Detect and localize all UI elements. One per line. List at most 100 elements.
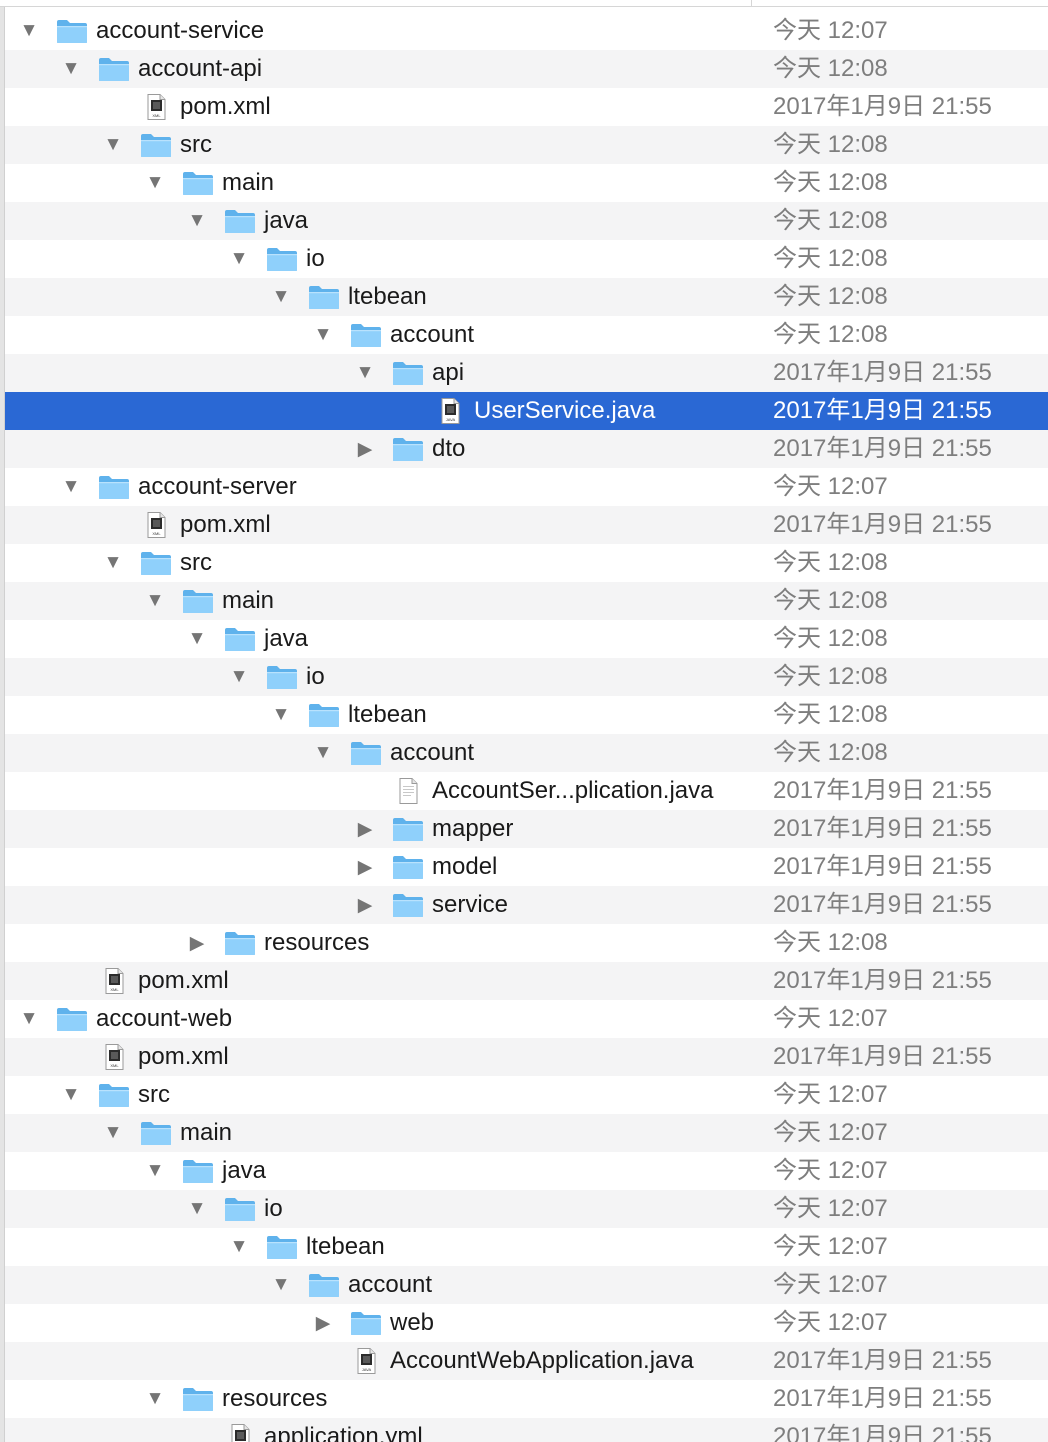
tree-row[interactable]: ▶ mapper 2017年1月9日 21:55: [5, 810, 1048, 848]
disclosure-triangle-open-icon[interactable]: ▼: [18, 12, 40, 50]
tree-row[interactable]: ▼ account-server 今天 12:07: [5, 468, 1048, 506]
disclosure-triangle-open-icon[interactable]: ▼: [354, 354, 376, 392]
folder-icon: [182, 170, 214, 196]
disclosure-triangle-closed-icon[interactable]: ▶: [186, 924, 208, 962]
disclosure-triangle-open-icon[interactable]: ▼: [144, 164, 166, 202]
disclosure-triangle-open-icon[interactable]: ▼: [186, 620, 208, 658]
tree-row[interactable]: ▼ ltebean 今天 12:07: [5, 1228, 1048, 1266]
folder-icon: [266, 1234, 298, 1260]
disclosure-triangle-open-icon[interactable]: ▼: [228, 1228, 250, 1266]
disclosure-triangle-open-icon[interactable]: ▼: [312, 316, 334, 354]
date-modified: 2017年1月9日 21:55: [773, 891, 992, 918]
tree-row[interactable]: ▼ account-api 今天 12:08: [5, 50, 1048, 88]
date-modified: 今天 12:08: [773, 739, 888, 766]
column-separator[interactable]: [751, 0, 752, 6]
tree-row[interactable]: ▼ ltebean 今天 12:08: [5, 278, 1048, 316]
folder-icon: [392, 854, 424, 880]
java-file-icon: JAVA: [434, 398, 466, 424]
disclosure-triangle-open-icon[interactable]: ▼: [228, 658, 250, 696]
disclosure-triangle-open-icon[interactable]: ▼: [18, 1000, 40, 1038]
tree-row[interactable]: ▼ account 今天 12:08: [5, 734, 1048, 772]
tree-row[interactable]: ▶ resources 今天 12:08: [5, 924, 1048, 962]
disclosure-triangle-closed-icon[interactable]: ▶: [354, 886, 376, 924]
date-modified: 今天 12:08: [773, 245, 888, 272]
date-modified: 2017年1月9日 21:55: [773, 815, 992, 842]
tree-row[interactable]: JAVA UserService.java 2017年1月9日 21:55: [5, 392, 1048, 430]
item-name: java: [264, 207, 309, 234]
tree-row[interactable]: ▼ ltebean 今天 12:08: [5, 696, 1048, 734]
date-modified: 今天 12:07: [773, 1119, 888, 1146]
disclosure-triangle-open-icon[interactable]: ▼: [270, 1266, 292, 1304]
tree-row[interactable]: ▶ web 今天 12:07: [5, 1304, 1048, 1342]
tree-row[interactable]: ▼ io 今天 12:07: [5, 1190, 1048, 1228]
disclosure-triangle-open-icon[interactable]: ▼: [60, 1076, 82, 1114]
disclosure-triangle-open-icon[interactable]: ▼: [102, 126, 124, 164]
tree-row[interactable]: XML pom.xml 2017年1月9日 21:55: [5, 506, 1048, 544]
item-name: account-server: [138, 473, 297, 500]
tree-row[interactable]: ▼ account 今天 12:07: [5, 1266, 1048, 1304]
finder-window: ▼ account-service 今天 12:07 ▼ account-api 今天…: [0, 0, 1048, 1442]
tree-row[interactable]: ▼ src 今天 12:08: [5, 126, 1048, 164]
item-name: java: [222, 1157, 267, 1184]
date-modified: 今天 12:08: [773, 587, 888, 614]
date-modified: 今天 12:07: [773, 1195, 888, 1222]
item-name: UserService.java: [474, 397, 656, 424]
tree-row[interactable]: ▼ java 今天 12:08: [5, 620, 1048, 658]
item-name: resources: [264, 929, 370, 956]
date-modified: 2017年1月9日 21:55: [773, 511, 992, 538]
item-name: account-web: [96, 1005, 233, 1032]
tree-row[interactable]: JAVA AccountWebApplication.java 2017年1月9日…: [5, 1342, 1048, 1380]
tree-row[interactable]: ▶ service 2017年1月9日 21:55: [5, 886, 1048, 924]
tree-row[interactable]: ▼ account-service 今天 12:07: [5, 12, 1048, 50]
disclosure-triangle-open-icon[interactable]: ▼: [270, 696, 292, 734]
date-modified: 今天 12:08: [773, 549, 888, 576]
disclosure-triangle-closed-icon[interactable]: ▶: [354, 848, 376, 886]
item-name: account-api: [138, 55, 263, 82]
tree-row[interactable]: AccountSer...plication.java 2017年1月9日 21:…: [5, 772, 1048, 810]
disclosure-triangle-open-icon[interactable]: ▼: [186, 1190, 208, 1228]
tree-row[interactable]: ▼ main 今天 12:07: [5, 1114, 1048, 1152]
tree-row[interactable]: ▼ resources 2017年1月9日 21:55: [5, 1380, 1048, 1418]
disclosure-triangle-open-icon[interactable]: ▼: [60, 468, 82, 506]
svg-text:XML: XML: [152, 531, 161, 536]
disclosure-triangle-open-icon[interactable]: ▼: [228, 240, 250, 278]
tree-row[interactable]: ▶ dto 2017年1月9日 21:55: [5, 430, 1048, 468]
folder-icon: [392, 360, 424, 386]
item-name: ltebean: [348, 701, 427, 728]
tree-row[interactable]: ▼ account 今天 12:08: [5, 316, 1048, 354]
tree-row[interactable]: XML pom.xml 2017年1月9日 21:55: [5, 962, 1048, 1000]
disclosure-triangle-open-icon[interactable]: ▼: [186, 202, 208, 240]
disclosure-triangle-open-icon[interactable]: ▼: [270, 278, 292, 316]
disclosure-triangle-open-icon[interactable]: ▼: [60, 50, 82, 88]
item-name: dto: [432, 435, 466, 462]
tree-row[interactable]: ▶ model 2017年1月9日 21:55: [5, 848, 1048, 886]
tree-row[interactable]: ▼ api 2017年1月9日 21:55: [5, 354, 1048, 392]
disclosure-triangle-open-icon[interactable]: ▼: [102, 544, 124, 582]
disclosure-triangle-open-icon[interactable]: ▼: [144, 582, 166, 620]
disclosure-triangle-closed-icon[interactable]: ▶: [354, 810, 376, 848]
tree-row[interactable]: XML application.yml 2017年1月9日 21:55: [5, 1418, 1048, 1442]
tree-row[interactable]: ▼ java 今天 12:07: [5, 1152, 1048, 1190]
disclosure-triangle-closed-icon[interactable]: ▶: [312, 1304, 334, 1342]
disclosure-triangle-open-icon[interactable]: ▼: [144, 1380, 166, 1418]
tree-row[interactable]: ▼ java 今天 12:08: [5, 202, 1048, 240]
folder-icon: [392, 892, 424, 918]
tree-row[interactable]: ▼ main 今天 12:08: [5, 582, 1048, 620]
tree-row[interactable]: ▼ io 今天 12:08: [5, 658, 1048, 696]
tree-row[interactable]: XML pom.xml 2017年1月9日 21:55: [5, 88, 1048, 126]
tree-row[interactable]: ▼ account-web 今天 12:07: [5, 1000, 1048, 1038]
tree-row[interactable]: ▼ main 今天 12:08: [5, 164, 1048, 202]
disclosure-triangle-open-icon[interactable]: ▼: [144, 1152, 166, 1190]
item-name: src: [180, 131, 212, 158]
disclosure-triangle-closed-icon[interactable]: ▶: [354, 430, 376, 468]
tree-row[interactable]: ▼ src 今天 12:08: [5, 544, 1048, 582]
date-modified: 今天 12:08: [773, 701, 888, 728]
tree-row[interactable]: ▼ src 今天 12:07: [5, 1076, 1048, 1114]
disclosure-triangle-open-icon[interactable]: ▼: [312, 734, 334, 772]
tree-row[interactable]: ▼ io 今天 12:08: [5, 240, 1048, 278]
svg-text:XML: XML: [110, 1063, 119, 1068]
svg-text:JAVA: JAVA: [446, 417, 456, 422]
tree-row[interactable]: XML pom.xml 2017年1月9日 21:55: [5, 1038, 1048, 1076]
xml-file-icon: XML: [224, 1424, 256, 1442]
disclosure-triangle-open-icon[interactable]: ▼: [102, 1114, 124, 1152]
